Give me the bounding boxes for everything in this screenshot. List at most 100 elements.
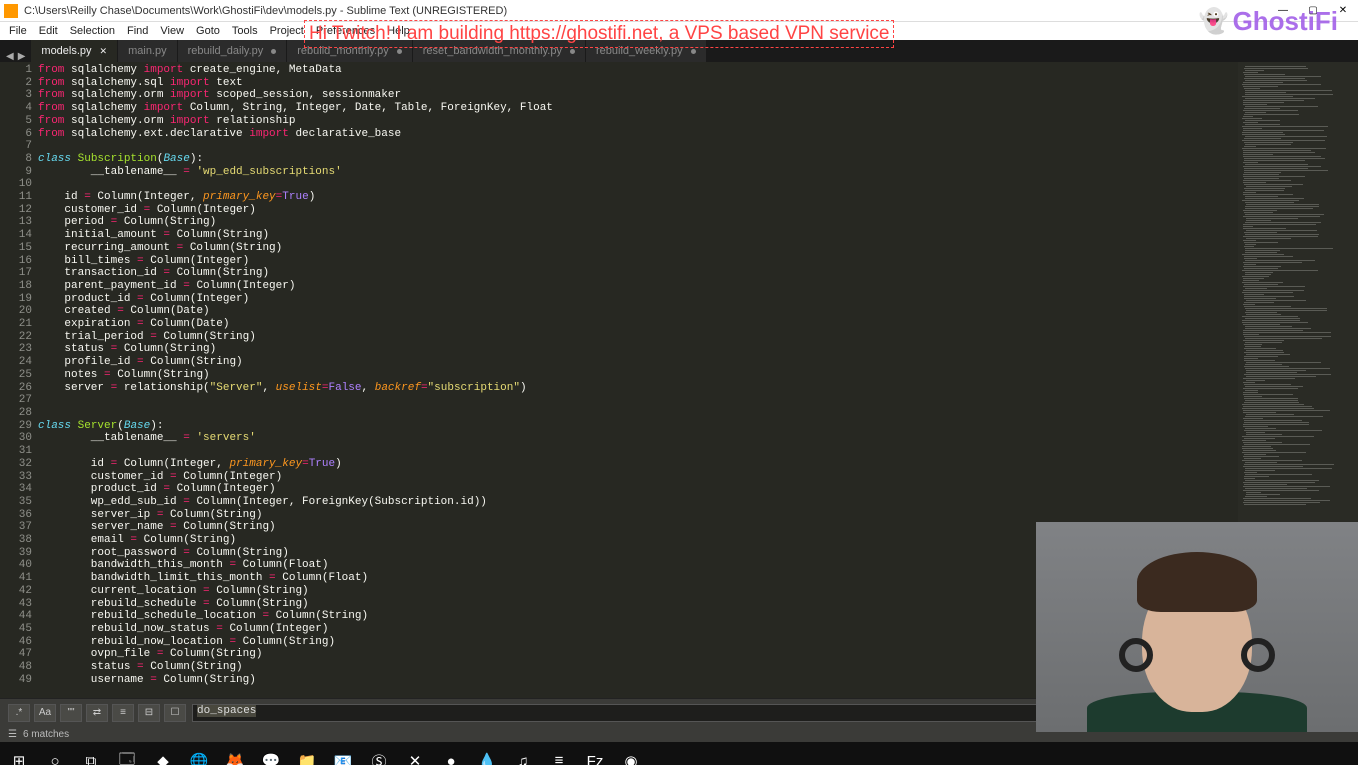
find-option-2[interactable]: "" <box>60 704 82 722</box>
find-option-1[interactable]: Aa <box>34 704 56 722</box>
tab-nav-back-icon[interactable]: ◀ <box>6 51 14 62</box>
window-title: C:\Users\Reilly Chase\Documents\Work\Gho… <box>24 5 507 17</box>
code-line: __tablename__ = 'servers' <box>38 432 1238 445</box>
find-toggle-icon[interactable]: ☰ <box>8 729 17 740</box>
ghost-icon: 👻 <box>1199 7 1229 36</box>
line-number: 36 <box>0 509 32 522</box>
code-line <box>38 394 1238 407</box>
tab-label: main.py <box>128 45 167 57</box>
line-number: 28 <box>0 407 32 420</box>
taskbar-app1[interactable]: 🗔 <box>110 746 144 765</box>
window-titlebar: C:\Users\Reilly Chase\Documents\Work\Gho… <box>0 0 1358 22</box>
taskbar-app2[interactable]: ◆ <box>146 746 180 765</box>
code-line: from sqlalchemy.sql import text <box>38 77 1238 90</box>
code-line <box>38 445 1238 458</box>
line-number: 15 <box>0 242 32 255</box>
webcam-overlay <box>1036 522 1358 732</box>
code-line: period = Column(String) <box>38 216 1238 229</box>
line-number: 1 <box>0 64 32 77</box>
line-number: 34 <box>0 483 32 496</box>
code-line: from sqlalchemy.ext.declarative import d… <box>38 128 1238 141</box>
menu-file[interactable]: File <box>4 25 32 37</box>
code-line: class Subscription(Base): <box>38 153 1238 166</box>
line-number: 25 <box>0 369 32 382</box>
line-number: 29 <box>0 420 32 433</box>
line-number: 33 <box>0 471 32 484</box>
line-number: 40 <box>0 559 32 572</box>
code-line: profile_id = Column(String) <box>38 356 1238 369</box>
menu-tools[interactable]: Tools <box>227 25 263 37</box>
taskbar-messenger[interactable]: 💬 <box>254 746 288 765</box>
line-number: 43 <box>0 598 32 611</box>
code-line: server_ip = Column(String) <box>38 509 1238 522</box>
code-line: status = Column(String) <box>38 343 1238 356</box>
line-number: 12 <box>0 204 32 217</box>
line-number: 42 <box>0 585 32 598</box>
code-line: from sqlalchemy import Column, String, I… <box>38 102 1238 115</box>
code-line: from sqlalchemy.orm import scoped_sessio… <box>38 89 1238 102</box>
app-icon <box>4 4 18 18</box>
find-option-0[interactable]: .* <box>8 704 30 722</box>
line-number: 41 <box>0 572 32 585</box>
taskbar-start[interactable]: ⊞ <box>2 746 36 765</box>
taskbar-taskview[interactable]: ⧉ <box>74 746 108 765</box>
menu-project[interactable]: Project <box>265 25 309 37</box>
taskbar-obs[interactable]: ◉ <box>614 746 648 765</box>
find-option-4[interactable]: ≡ <box>112 704 134 722</box>
taskbar-cortana[interactable]: ○ <box>38 746 72 765</box>
line-number: 20 <box>0 305 32 318</box>
line-number: 45 <box>0 623 32 636</box>
line-number: 31 <box>0 445 32 458</box>
menu-find[interactable]: Find <box>122 25 153 37</box>
line-number: 49 <box>0 674 32 687</box>
find-option-6[interactable]: ☐ <box>164 704 186 722</box>
code-line: from sqlalchemy.orm import relationship <box>38 115 1238 128</box>
code-line: product_id = Column(Integer) <box>38 293 1238 306</box>
line-number: 21 <box>0 318 32 331</box>
taskbar-app3[interactable]: ✕ <box>398 746 432 765</box>
code-line: wp_edd_sub_id = Column(Integer, ForeignK… <box>38 496 1238 509</box>
find-option-3[interactable]: ⇄ <box>86 704 108 722</box>
find-option-5[interactable]: ⊟ <box>138 704 160 722</box>
tab-close-icon[interactable]: ✕ <box>100 46 108 57</box>
taskbar-outlook[interactable]: 📧 <box>326 746 360 765</box>
line-number-gutter: 1234567891011121314151617181920212223242… <box>0 62 38 698</box>
line-number: 18 <box>0 280 32 293</box>
line-number: 8 <box>0 153 32 166</box>
code-line: __tablename__ = 'wp_edd_subscriptions' <box>38 166 1238 179</box>
taskbar-spotify[interactable]: ♫ <box>506 746 540 765</box>
code-line: bill_times = Column(Integer) <box>38 255 1238 268</box>
tab-dirty-icon <box>570 49 575 54</box>
code-line <box>38 140 1238 153</box>
taskbar-chrome[interactable]: 🌐 <box>182 746 216 765</box>
taskbar-app5[interactable]: 💧 <box>470 746 504 765</box>
taskbar-skype[interactable]: Ⓢ <box>362 746 396 765</box>
menu-goto[interactable]: Goto <box>191 25 225 37</box>
tab-rebuild_daily-py[interactable]: rebuild_daily.py <box>178 40 287 62</box>
taskbar-sublime[interactable]: ≡ <box>542 746 576 765</box>
code-line: recurring_amount = Column(String) <box>38 242 1238 255</box>
menu-edit[interactable]: Edit <box>34 25 63 37</box>
menu-view[interactable]: View <box>155 25 189 37</box>
menu-selection[interactable]: Selection <box>65 25 120 37</box>
tab-main-py[interactable]: main.py <box>118 40 177 62</box>
line-number: 16 <box>0 255 32 268</box>
taskbar-explorer[interactable]: 📁 <box>290 746 324 765</box>
taskbar-app4[interactable]: ● <box>434 746 468 765</box>
stream-overlay-text: Hi Twitch! I am building https://ghostif… <box>304 20 894 48</box>
code-line: initial_amount = Column(String) <box>38 229 1238 242</box>
line-number: 24 <box>0 356 32 369</box>
find-input[interactable]: do_spaces <box>192 704 1062 722</box>
windows-taskbar: ⊞○⧉🗔◆🌐🦊💬📁📧Ⓢ✕●💧♫≡Fz◉ <box>0 742 1358 765</box>
logo-text: GhostiFi <box>1233 6 1338 37</box>
code-line: id = Column(Integer, primary_key=True) <box>38 191 1238 204</box>
line-number: 30 <box>0 432 32 445</box>
code-line: class Server(Base): <box>38 420 1238 433</box>
tab-nav-forward-icon[interactable]: ▶ <box>18 51 26 62</box>
line-number: 39 <box>0 547 32 560</box>
line-number: 13 <box>0 216 32 229</box>
taskbar-filezilla[interactable]: Fz <box>578 746 612 765</box>
tab-models-py[interactable]: models.py✕ <box>31 40 117 62</box>
code-line: expiration = Column(Date) <box>38 318 1238 331</box>
taskbar-firefox[interactable]: 🦊 <box>218 746 252 765</box>
